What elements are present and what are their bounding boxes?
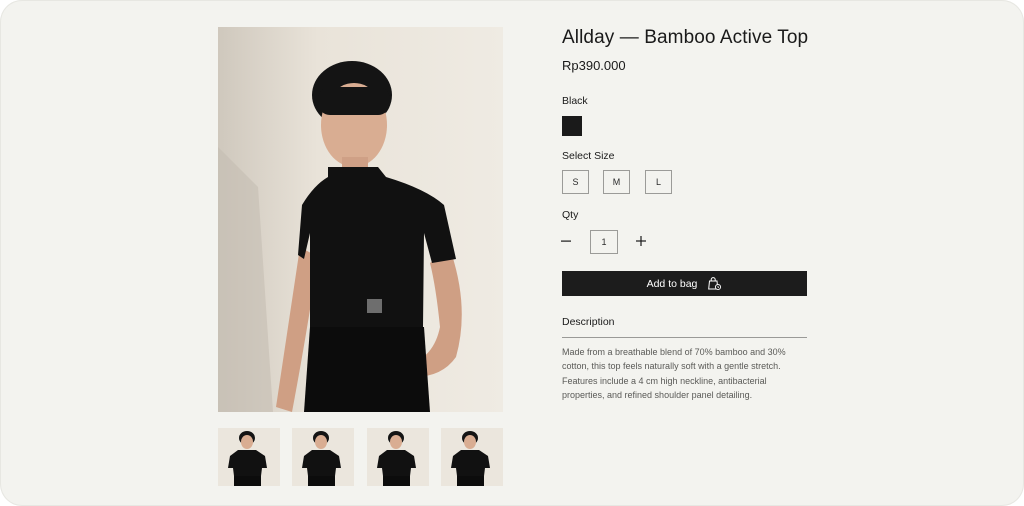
plus-icon (636, 236, 646, 246)
description-text: Made from a breathable blend of 70% bamb… (562, 347, 786, 401)
thumbnail-3[interactable] (367, 428, 429, 486)
color-swatch-black[interactable] (562, 116, 582, 136)
main-product-image (218, 27, 503, 412)
add-to-bag-label: Add to bag (646, 277, 698, 290)
product-page: Allday — Bamboo Active Top Rp390.000 Bla… (0, 0, 1024, 506)
add-to-bag-button[interactable]: Add to bag (562, 271, 807, 296)
minus-icon (561, 240, 571, 242)
quantity-increase-button[interactable] (632, 232, 650, 250)
thumbnail-4[interactable] (441, 428, 503, 486)
size-option-s[interactable]: S (562, 170, 589, 194)
thumbnail-2[interactable] (292, 428, 354, 486)
quantity-label: Qty (562, 209, 579, 221)
color-label: Black (562, 95, 588, 107)
description-divider (562, 337, 807, 338)
description-heading: Description (562, 316, 615, 328)
product-price: Rp390.000 (562, 58, 626, 73)
quantity-decrease-button[interactable] (557, 232, 575, 250)
size-label: Select Size (562, 150, 615, 162)
shopping-bag-icon (708, 277, 722, 291)
size-option-l[interactable]: L (645, 170, 672, 194)
thumbnail-1[interactable] (218, 428, 280, 486)
quantity-input[interactable]: 1 (590, 230, 618, 254)
product-title: Allday — Bamboo Active Top (562, 27, 809, 48)
size-option-m[interactable]: M (603, 170, 630, 194)
